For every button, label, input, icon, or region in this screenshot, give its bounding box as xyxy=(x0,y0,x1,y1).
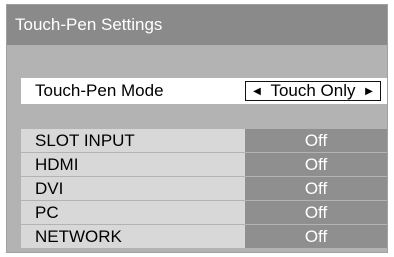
input-row-pc[interactable]: PC Off xyxy=(21,201,387,224)
input-value: Off xyxy=(245,129,387,152)
input-value: Off xyxy=(245,153,387,176)
input-value: Off xyxy=(245,201,387,224)
input-label: NETWORK xyxy=(21,225,245,248)
input-label: PC xyxy=(21,201,245,224)
input-value: Off xyxy=(245,177,387,200)
input-label: DVI xyxy=(21,177,245,200)
input-label: HDMI xyxy=(21,153,245,176)
settings-panel: Touch-Pen Settings Touch-Pen Mode ◀ Touc… xyxy=(6,4,388,253)
input-row-slot-input[interactable]: SLOT INPUT Off xyxy=(21,129,387,152)
input-row-network[interactable]: NETWORK Off xyxy=(21,225,387,248)
arrow-left-icon[interactable]: ◀ xyxy=(252,86,262,97)
input-label: SLOT INPUT xyxy=(21,129,245,152)
input-list: SLOT INPUT Off HDMI Off DVI Off PC Off N… xyxy=(21,129,387,249)
touch-pen-mode-label: Touch-Pen Mode xyxy=(35,81,164,100)
input-row-hdmi[interactable]: HDMI Off xyxy=(21,153,387,176)
input-value: Off xyxy=(245,225,387,248)
touch-pen-mode-selector[interactable]: ◀ Touch Only ▶ xyxy=(245,81,381,101)
touch-pen-mode-row[interactable]: Touch-Pen Mode ◀ Touch Only ▶ xyxy=(21,78,387,104)
touch-pen-mode-value: Touch Only xyxy=(270,81,356,100)
panel-title: Touch-Pen Settings xyxy=(7,5,387,45)
arrow-right-icon[interactable]: ▶ xyxy=(364,86,374,97)
input-row-dvi[interactable]: DVI Off xyxy=(21,177,387,200)
